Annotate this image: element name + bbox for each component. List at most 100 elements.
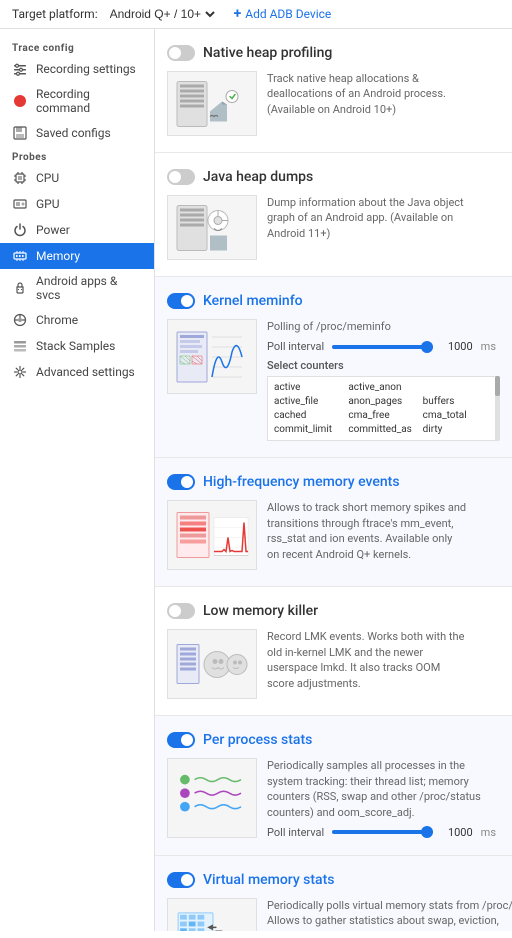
- toggle-per-process[interactable]: [167, 732, 195, 748]
- poll-interval-label-per-process: Poll interval: [267, 826, 324, 839]
- probe-java-heap: Java heap dumps: [155, 153, 512, 277]
- probe-kernel-meminfo: Kernel meminfo: [155, 277, 512, 458]
- probe-desc-native-heap: Track native heap allocations & dealloca…: [267, 71, 467, 130]
- probe-header-java-heap: Java heap dumps: [167, 169, 313, 185]
- counter-item[interactable]: cma_total: [421, 409, 491, 422]
- trace-config-title: Trace config: [0, 37, 154, 56]
- sidebar-item-label: Power: [36, 223, 70, 237]
- counter-item[interactable]: active_anon: [346, 381, 416, 394]
- probe-title-high-freq: High-frequency memory events: [203, 474, 400, 490]
- probe-image-high-freq: [167, 500, 257, 570]
- probes-title: Probes: [0, 146, 154, 165]
- sidebar-item-gpu[interactable]: GPU: [0, 191, 154, 217]
- sidebar-item-android-apps[interactable]: Android apps & svcs: [0, 269, 154, 307]
- circle-icon: [12, 93, 28, 109]
- sidebar-item-stack-samples[interactable]: Stack Samples: [0, 333, 154, 359]
- sidebar-item-memory[interactable]: Memory: [0, 243, 154, 269]
- probe-image-native-heap: [167, 71, 257, 136]
- sidebar: Trace config Recording settings Recordin: [0, 29, 155, 931]
- probe-desc-virtual-memory: Periodically polls virtual memory stats …: [267, 898, 512, 931]
- toggle-native-heap[interactable]: [167, 45, 195, 61]
- sidebar-item-label: Stack Samples: [36, 339, 115, 353]
- probe-desc-java-heap: Dump information about the Java object g…: [267, 195, 467, 254]
- sidebar-item-label: Recording settings: [36, 62, 136, 76]
- toggle-kernel-meminfo[interactable]: [167, 293, 195, 309]
- probe-header-virtual-memory: Virtual memory stats: [167, 872, 334, 888]
- probe-virtual-memory: Virtual memory stats: [155, 856, 512, 931]
- sidebar-item-label: Saved configs: [36, 126, 111, 140]
- probe-title-virtual-memory: Virtual memory stats: [203, 872, 334, 888]
- counter-item[interactable]: committed_as: [346, 423, 416, 436]
- counters-label-meminfo: Select counters: [267, 359, 496, 372]
- platform-select[interactable]: Android Q+ / 10+: [106, 6, 218, 22]
- counter-item[interactable]: cached: [272, 409, 342, 422]
- counters-section-meminfo: Select counters active active_anon activ…: [267, 359, 496, 441]
- probe-title-per-process: Per process stats: [203, 732, 312, 748]
- sliders-icon: [12, 61, 28, 77]
- sidebar-item-recording-settings[interactable]: Recording settings: [0, 56, 154, 82]
- counter-item[interactable]: [421, 381, 491, 394]
- sidebar-item-label: GPU: [36, 197, 60, 211]
- poll-interval-row-per-process: Poll interval 1000 ms: [267, 826, 496, 839]
- counter-item[interactable]: buffers: [421, 395, 491, 408]
- probe-header-kernel-meminfo: Kernel meminfo: [167, 293, 303, 309]
- probe-native-heap: Native heap profiling: [155, 29, 512, 153]
- poll-interval-value-meminfo: 1000: [441, 340, 473, 353]
- sidebar-item-recording-command[interactable]: Recording command: [0, 82, 154, 120]
- counter-item[interactable]: anon_pages: [346, 395, 416, 408]
- counter-item[interactable]: active_file: [272, 395, 342, 408]
- sidebar-item-label: Memory: [36, 249, 80, 263]
- probe-desc-low-memory: Record LMK events. Works both with the o…: [267, 629, 467, 693]
- poll-interval-value-per-process: 1000: [441, 826, 473, 839]
- scroll-thumb: [495, 376, 500, 396]
- counters-grid-meminfo: active active_anon active_file anon_page…: [267, 376, 496, 441]
- poll-interval-unit-per-process: ms: [481, 826, 496, 839]
- probe-image-kernel-meminfo: [167, 319, 257, 394]
- poll-interval-slider-per-process[interactable]: [332, 830, 433, 834]
- save-icon: [12, 125, 28, 141]
- probe-header-low-memory: Low memory killer: [167, 603, 318, 619]
- cpu-icon: [12, 170, 28, 186]
- top-bar: Target platform: Android Q+ / 10+ + Add …: [0, 0, 512, 29]
- sidebar-item-chrome[interactable]: Chrome: [0, 307, 154, 333]
- stack-icon: [12, 338, 28, 354]
- counter-item[interactable]: cma_free: [346, 409, 416, 422]
- toggle-low-memory[interactable]: [167, 603, 195, 619]
- toggle-virtual-memory[interactable]: [167, 872, 195, 888]
- sidebar-item-power[interactable]: Power: [0, 217, 154, 243]
- poll-interval-slider-meminfo[interactable]: [332, 345, 433, 349]
- sidebar-item-label: Android apps & svcs: [36, 274, 142, 302]
- probe-image-low-memory: [167, 629, 257, 699]
- probe-title-java-heap: Java heap dumps: [203, 169, 313, 185]
- toggle-high-freq[interactable]: [167, 474, 195, 490]
- main-layout: Trace config Recording settings Recordin: [0, 29, 512, 931]
- plus-icon: +: [234, 6, 242, 22]
- probe-image-virtual-memory: [167, 898, 257, 931]
- sidebar-item-label: Advanced settings: [36, 365, 135, 379]
- sidebar-item-saved-configs[interactable]: Saved configs: [0, 120, 154, 146]
- probe-per-process: Per process stats: [155, 716, 512, 856]
- chrome-icon: [12, 312, 28, 328]
- probe-title-low-memory: Low memory killer: [203, 603, 318, 619]
- probe-header-per-process: Per process stats: [167, 732, 312, 748]
- probe-header-high-freq: High-frequency memory events: [167, 474, 400, 490]
- poll-interval-label: Poll interval: [267, 340, 324, 353]
- counter-item[interactable]: commit_limit: [272, 423, 342, 436]
- sidebar-item-advanced-settings[interactable]: Advanced settings: [0, 359, 154, 385]
- power-icon: [12, 222, 28, 238]
- android-icon: [12, 280, 28, 296]
- scroll-track: [495, 376, 500, 441]
- add-device-label: Add ADB Device: [245, 7, 331, 21]
- sidebar-item-label: Chrome: [36, 313, 78, 327]
- counter-item[interactable]: dirty: [421, 423, 491, 436]
- platform-label: Target platform:: [12, 7, 98, 21]
- probe-desc-high-freq: Allows to track short memory spikes and …: [267, 500, 467, 564]
- add-device-button[interactable]: + Add ADB Device: [234, 6, 332, 22]
- sidebar-item-cpu[interactable]: CPU: [0, 165, 154, 191]
- probe-desc-per-process: Periodically samples all processes in th…: [267, 758, 496, 820]
- toggle-java-heap[interactable]: [167, 169, 195, 185]
- probe-high-freq-memory: High-frequency memory events: [155, 458, 512, 587]
- poll-interval-unit-meminfo: ms: [481, 340, 496, 353]
- probe-low-memory-killer: Low memory killer: [155, 587, 512, 716]
- counter-item[interactable]: active: [272, 381, 342, 394]
